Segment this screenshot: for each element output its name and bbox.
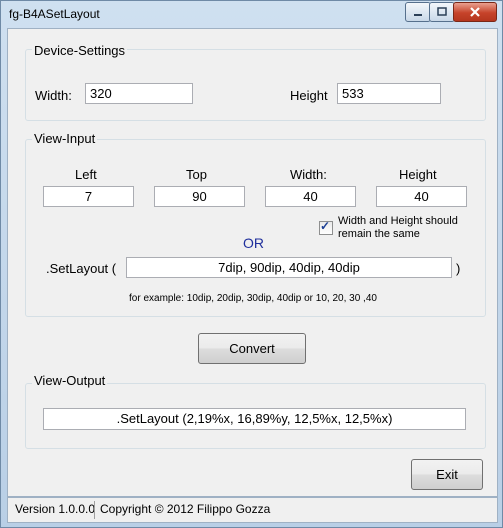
view-height-label: Height xyxy=(399,167,437,182)
keep-size-label-line2: remain the same xyxy=(338,228,420,240)
exit-button[interactable]: Exit xyxy=(411,459,483,490)
maximize-icon xyxy=(437,7,447,16)
status-bar: Version 1.0.0.0 Copyright © 2012 Filippo… xyxy=(7,497,498,523)
output-field[interactable]: .SetLayout (2,19%x, 16,89%y, 12,5%x, 12,… xyxy=(43,408,466,430)
setlayout-label: .SetLayout ( xyxy=(46,261,117,276)
view-output-label: View-Output xyxy=(32,373,108,388)
device-width-input[interactable]: 320 xyxy=(85,83,193,104)
app-window: fg-B4ASetLayout Device-Settings Width: 3… xyxy=(0,0,503,528)
client-area: Device-Settings Width: 320 Height 533 Vi… xyxy=(7,28,498,497)
minimize-button[interactable] xyxy=(405,2,431,22)
view-width-label: Width: xyxy=(290,167,327,182)
minimize-icon xyxy=(414,14,422,16)
example-text: for example: 10dip, 20dip, 30dip, 40dip … xyxy=(129,293,377,304)
copyright-text: Copyright © 2012 Filippo Gozza xyxy=(100,502,271,516)
left-label: Left xyxy=(75,167,97,182)
left-input[interactable]: 7 xyxy=(43,186,134,207)
convert-button[interactable]: Convert xyxy=(198,333,306,364)
top-input[interactable]: 90 xyxy=(154,186,245,207)
or-label: OR xyxy=(243,235,264,251)
view-height-input[interactable]: 40 xyxy=(376,186,467,207)
title-bar[interactable]: fg-B4ASetLayout xyxy=(1,1,502,27)
status-separator xyxy=(94,501,95,519)
keep-size-checkbox[interactable]: ✓ xyxy=(319,219,333,235)
checkmark-icon: ✓ xyxy=(320,219,331,233)
view-width-input[interactable]: 40 xyxy=(265,186,356,207)
close-button[interactable] xyxy=(453,2,497,22)
device-settings-label: Device-Settings xyxy=(32,43,128,58)
device-width-label: Width: xyxy=(35,88,72,103)
window-title: fg-B4ASetLayout xyxy=(9,7,100,21)
device-height-label: Height xyxy=(290,88,328,103)
close-icon xyxy=(470,7,480,17)
keep-size-label: Width and Height should remain the same xyxy=(338,215,458,241)
maximize-button[interactable] xyxy=(429,2,455,22)
version-text: Version 1.0.0.0 xyxy=(15,502,96,516)
device-height-input[interactable]: 533 xyxy=(337,83,441,104)
setlayout-close-paren: ) xyxy=(456,261,461,276)
top-label: Top xyxy=(186,167,207,182)
setlayout-input[interactable]: 7dip, 90dip, 40dip, 40dip xyxy=(126,257,452,278)
view-input-label: View-Input xyxy=(32,131,98,146)
keep-size-label-line1: Width and Height should xyxy=(338,215,458,227)
